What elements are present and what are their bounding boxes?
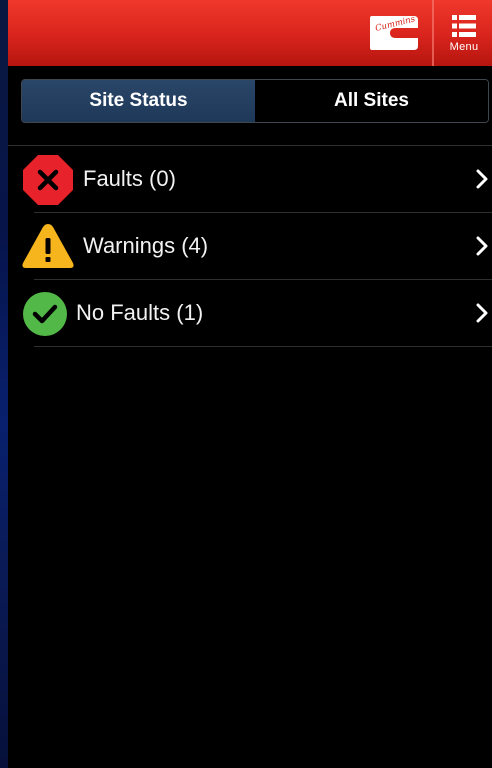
chevron-right-icon: [476, 169, 488, 189]
menu-label: Menu: [449, 41, 479, 53]
view-segmented-control: Site Status All Sites: [21, 79, 489, 123]
check-circle-icon: [23, 292, 67, 336]
chevron-right-icon: [476, 236, 488, 256]
faults-label: Faults (0): [83, 166, 176, 191]
cummins-logo: Cummins: [370, 14, 418, 50]
tab-site-status[interactable]: Site Status: [22, 80, 255, 122]
warning-triangle-icon: [22, 224, 74, 268]
warnings-label: Warnings (4): [83, 233, 209, 258]
no-faults-label: No Faults (1): [76, 300, 204, 325]
status-row-faults[interactable]: Faults (0): [8, 146, 492, 212]
tab-all-sites[interactable]: All Sites: [255, 80, 488, 122]
status-row-no-faults[interactable]: No Faults (1): [8, 280, 492, 346]
row-divider: [34, 346, 492, 347]
menu-button[interactable]: Menu: [436, 0, 492, 66]
list-menu-icon: [452, 15, 476, 37]
status-row-warnings[interactable]: Warnings (4): [8, 213, 492, 279]
header-divider: [432, 0, 434, 66]
app-header: Cummins Menu: [8, 0, 492, 66]
chevron-right-icon: [476, 303, 488, 323]
site-status-panel: Site Status All Sites Faults (0) Warning…: [8, 66, 492, 768]
fault-octagon-icon: [23, 155, 73, 205]
